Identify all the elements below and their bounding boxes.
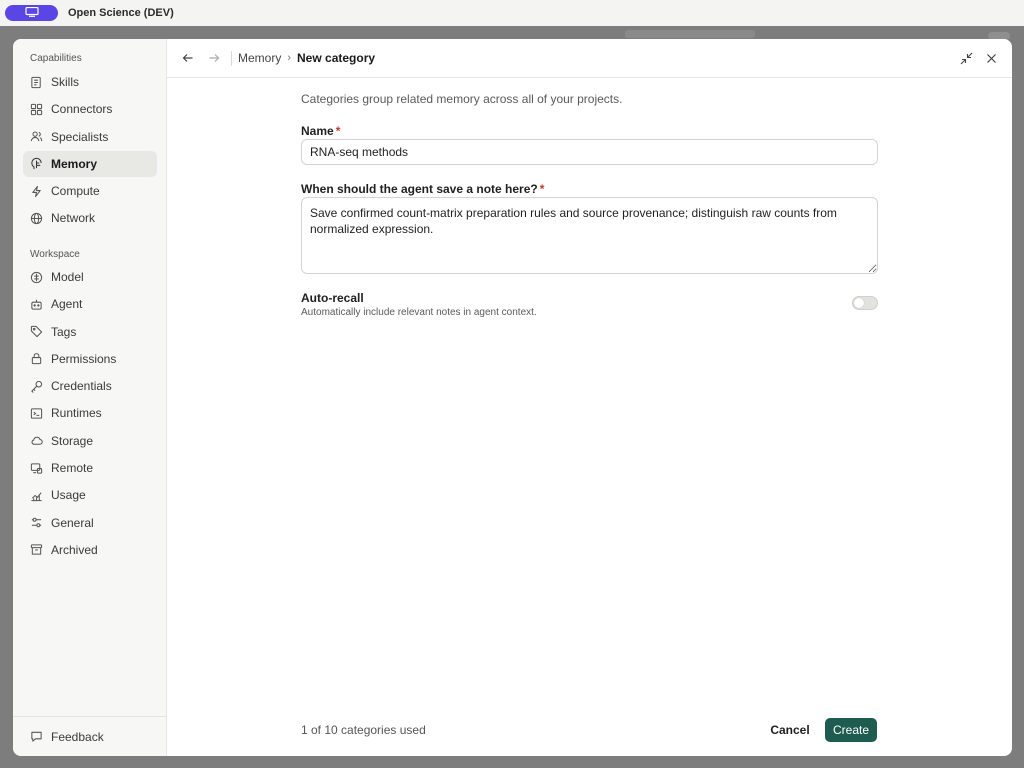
toggle-knob: [854, 298, 864, 308]
sidebar-item-label: Permissions: [51, 351, 117, 366]
model-icon: [30, 271, 43, 284]
header-divider: [231, 51, 232, 66]
sidebar-item-label: Remote: [51, 461, 94, 476]
sidebar-item-compute[interactable]: Compute: [23, 178, 157, 204]
cancel-button[interactable]: Cancel: [766, 718, 814, 742]
sidebar-item-tags[interactable]: Tags: [23, 319, 157, 345]
backdrop-ghost-element: [625, 30, 755, 38]
sidebar-item-model[interactable]: Model: [23, 264, 157, 290]
note-field-label: When should the agent save a note here? *: [301, 182, 544, 196]
app-title: Open Science (DEV): [68, 7, 174, 19]
settings-modal: Capabilities Skills Connectors Specialis…: [13, 39, 1012, 756]
back-arrow-icon[interactable]: [181, 51, 195, 65]
sidebar-item-connectors[interactable]: Connectors: [23, 96, 157, 122]
auto-recall-title: Auto-recall: [301, 291, 364, 305]
connectors-icon: [30, 103, 43, 116]
sidebar-item-memory[interactable]: Memory: [23, 150, 157, 177]
panel-header: Memory › New category: [167, 39, 1012, 78]
settings-sidebar: Capabilities Skills Connectors Specialis…: [13, 39, 167, 756]
auto-recall-description: Automatically include relevant notes in …: [301, 307, 537, 318]
form-description: Categories group related memory across a…: [301, 92, 623, 106]
name-input[interactable]: [301, 139, 878, 165]
specialists-icon: [30, 130, 43, 143]
sidebar-item-network[interactable]: Network: [23, 205, 157, 231]
sidebar-item-label: Runtimes: [51, 406, 102, 421]
network-icon: [30, 212, 43, 225]
sidebar-item-label: Model: [51, 270, 84, 284]
required-marker: *: [335, 124, 341, 138]
feedback-button[interactable]: Feedback: [13, 716, 167, 756]
close-icon[interactable]: [985, 52, 998, 65]
skills-icon: [30, 76, 43, 89]
terminal-icon: [30, 407, 43, 420]
breadcrumb: Memory › New category: [238, 51, 375, 65]
sidebar-item-label: General: [51, 515, 94, 530]
create-button[interactable]: Create: [825, 718, 877, 742]
capabilities-list: Skills Connectors Specialists Memory Com…: [23, 69, 157, 233]
category-usage-count: 1 of 10 categories used: [301, 723, 426, 737]
sidebar-item-specialists[interactable]: Specialists: [23, 124, 157, 150]
sidebar-item-label: Credentials: [51, 379, 112, 394]
sidebar-item-permissions[interactable]: Permissions: [23, 346, 157, 372]
capabilities-heading: Capabilities: [30, 53, 82, 64]
workspace-heading: Workspace: [30, 249, 80, 260]
forward-arrow-icon[interactable]: [207, 51, 221, 65]
sidebar-item-label: Skills: [51, 75, 80, 89]
workspace-list: Model Agent Tags Permissions Credentials…: [23, 264, 157, 564]
app-title-bar: Open Science (DEV): [0, 0, 1024, 26]
note-label-text: When should the agent save a note here?: [301, 182, 538, 196]
sidebar-item-skills[interactable]: Skills: [23, 69, 157, 95]
sidebar-item-storage[interactable]: Storage: [23, 428, 157, 454]
sidebar-item-label: Archived: [51, 542, 98, 557]
monitor-icon: [24, 4, 39, 22]
breadcrumb-current: New category: [297, 51, 376, 65]
feedback-label: Feedback: [51, 729, 104, 744]
sidebar-item-label: Network: [51, 211, 96, 226]
sidebar-item-label: Specialists: [51, 129, 109, 144]
breadcrumb-memory-link[interactable]: Memory: [238, 51, 281, 65]
breadcrumb-separator: ›: [287, 52, 292, 64]
chart-icon: [30, 489, 43, 502]
required-marker: *: [539, 182, 545, 196]
sidebar-item-label: Connectors: [51, 102, 113, 117]
lock-icon: [30, 352, 43, 365]
collapse-icon[interactable]: [960, 52, 973, 65]
sidebar-item-label: Compute: [51, 184, 100, 199]
sidebar-item-label: Memory: [51, 156, 98, 171]
auto-recall-toggle[interactable]: [852, 296, 878, 310]
sidebar-item-runtimes[interactable]: Runtimes: [23, 400, 157, 426]
sidebar-item-general[interactable]: General: [23, 510, 157, 536]
agent-icon: [30, 298, 43, 311]
main-panel: Memory › New category Categories group r…: [167, 39, 1012, 756]
sidebar-item-credentials[interactable]: Credentials: [23, 373, 157, 399]
sidebar-item-remote[interactable]: Remote: [23, 455, 157, 481]
sliders-icon: [30, 516, 43, 529]
compute-icon: [30, 185, 43, 198]
name-label-text: Name: [301, 124, 334, 138]
sidebar-item-label: Agent: [51, 297, 83, 312]
tags-icon: [30, 325, 43, 338]
remote-icon: [30, 462, 43, 475]
sidebar-item-label: Usage: [51, 488, 86, 503]
cloud-icon: [30, 434, 43, 447]
app-switcher-button[interactable]: [5, 5, 58, 21]
key-icon: [30, 380, 43, 393]
memory-icon: [30, 157, 43, 170]
sidebar-item-label: Tags: [51, 324, 77, 339]
sidebar-item-usage[interactable]: Usage: [23, 482, 157, 508]
sidebar-item-label: Storage: [51, 433, 94, 448]
archive-icon: [30, 543, 43, 556]
message-icon: [30, 730, 43, 743]
sidebar-item-archived[interactable]: Archived: [23, 537, 157, 563]
save-note-criteria-textarea[interactable]: Save confirmed count-matrix preparation …: [301, 197, 878, 274]
sidebar-item-agent[interactable]: Agent: [23, 291, 157, 317]
name-field-label: Name *: [301, 124, 340, 138]
